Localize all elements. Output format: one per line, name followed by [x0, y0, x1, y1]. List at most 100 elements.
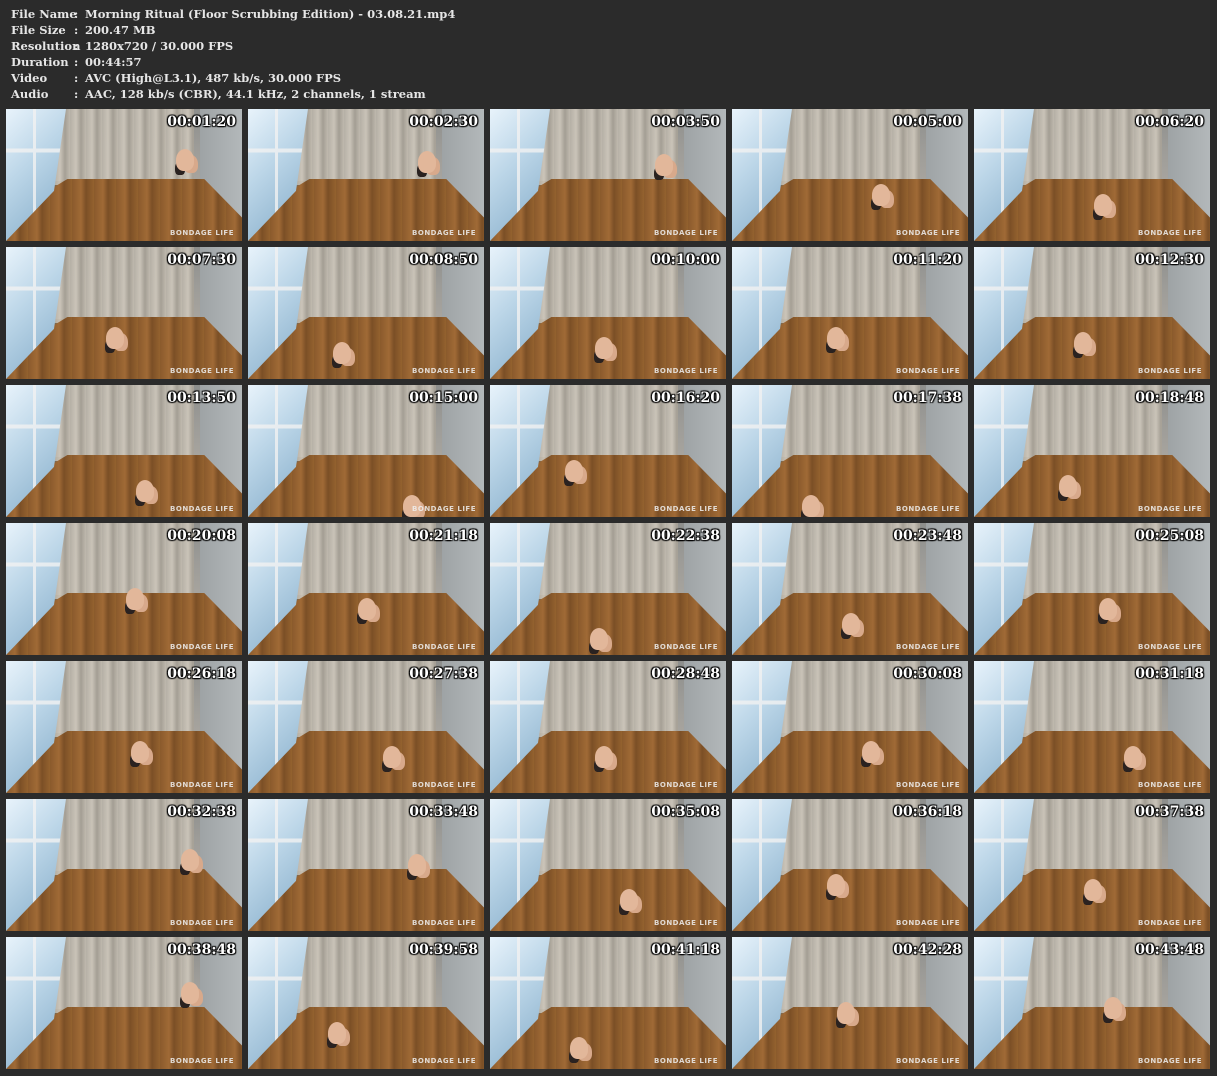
video-thumbnail: BONDAGE LIFE 00:02:30 [248, 109, 484, 241]
watermark-logo: BONDAGE LIFE [1138, 505, 1202, 513]
meta-label: Resolution [11, 39, 81, 53]
meta-label: Duration [11, 55, 69, 69]
thumbnail-timestamp: 00:18:48 [1135, 390, 1204, 406]
watermark-logo: BONDAGE LIFE [412, 367, 476, 375]
video-thumbnail: BONDAGE LIFE 00:10:00 [490, 247, 726, 379]
watermark-logo: BONDAGE LIFE [654, 229, 718, 237]
watermark-logo: BONDAGE LIFE [1138, 367, 1202, 375]
meta-value: AAC, 128 kb/s (CBR), 44.1 kHz, 2 channel… [85, 87, 426, 101]
thumbnail-timestamp: 00:37:38 [1135, 804, 1204, 820]
watermark-logo: BONDAGE LIFE [896, 1057, 960, 1065]
watermark-logo: BONDAGE LIFE [1138, 643, 1202, 651]
watermark-logo: BONDAGE LIFE [170, 781, 234, 789]
watermark-logo: BONDAGE LIFE [412, 1057, 476, 1065]
thumbnail-timestamp: 00:02:30 [409, 114, 478, 130]
thumbnail-timestamp: 00:35:08 [651, 804, 720, 820]
thumbnail-timestamp: 00:32:38 [167, 804, 236, 820]
video-thumbnail: BONDAGE LIFE 00:15:00 [248, 385, 484, 517]
watermark-logo: BONDAGE LIFE [170, 919, 234, 927]
watermark-logo: BONDAGE LIFE [654, 781, 718, 789]
thumbnail-timestamp: 00:26:18 [167, 666, 236, 682]
thumbnail-timestamp: 00:03:50 [651, 114, 720, 130]
thumbnail-timestamp: 00:39:58 [409, 942, 478, 958]
thumbnail-timestamp: 00:06:20 [1135, 114, 1204, 130]
video-thumbnail: BONDAGE LIFE 00:35:08 [490, 799, 726, 931]
thumbnail-timestamp: 00:20:08 [167, 528, 236, 544]
watermark-logo: BONDAGE LIFE [170, 1057, 234, 1065]
watermark-logo: BONDAGE LIFE [170, 505, 234, 513]
thumbnail-timestamp: 00:30:08 [893, 666, 962, 682]
thumbnail-timestamp: 00:42:28 [893, 942, 962, 958]
meta-row: Audio: AAC, 128 kb/s (CBR), 44.1 kHz, 2 c… [11, 86, 1201, 102]
thumbnail-timestamp: 00:41:18 [651, 942, 720, 958]
thumbnail-timestamp: 00:16:20 [651, 390, 720, 406]
video-thumbnail: BONDAGE LIFE 00:17:38 [732, 385, 968, 517]
watermark-logo: BONDAGE LIFE [654, 1057, 718, 1065]
video-thumbnail: BONDAGE LIFE 00:37:38 [974, 799, 1210, 931]
video-thumbnail: BONDAGE LIFE 00:06:20 [974, 109, 1210, 241]
meta-label: File Size [11, 23, 66, 37]
meta-separator: : [74, 87, 79, 101]
meta-row: File Size:200.47 MB [11, 22, 1201, 38]
video-thumbnail: BONDAGE LIFE 00:36:18 [732, 799, 968, 931]
watermark-logo: BONDAGE LIFE [1138, 229, 1202, 237]
video-thumbnail: BONDAGE LIFE 00:23:48 [732, 523, 968, 655]
thumbnail-timestamp: 00:28:48 [651, 666, 720, 682]
watermark-logo: BONDAGE LIFE [412, 781, 476, 789]
thumbnail-grid: BONDAGE LIFE 00:01:20 BONDAGE LIFE 00:02:30… [6, 109, 1212, 1071]
meta-row: File Name: Morning Ritual (Floor Scrubbin… [11, 6, 1201, 22]
watermark-logo: BONDAGE LIFE [412, 229, 476, 237]
watermark-logo: BONDAGE LIFE [896, 367, 960, 375]
meta-separator: : [74, 7, 79, 21]
watermark-logo: BONDAGE LIFE [896, 505, 960, 513]
video-thumbnail: BONDAGE LIFE 00:22:38 [490, 523, 726, 655]
thumbnail-timestamp: 00:12:30 [1135, 252, 1204, 268]
video-thumbnail: BONDAGE LIFE 00:13:50 [6, 385, 242, 517]
video-thumbnail: BONDAGE LIFE 00:16:20 [490, 385, 726, 517]
meta-value: 00:44:57 [85, 55, 142, 69]
meta-row: Resolution:1280x720 / 30.000 FPS [11, 38, 1201, 54]
meta-value: AVC (High@L3.1), 487 kb/s, 30.000 FPS [85, 71, 342, 85]
meta-label: Video [11, 71, 48, 85]
watermark-logo: BONDAGE LIFE [896, 643, 960, 651]
thumbnail-timestamp: 00:11:20 [893, 252, 962, 268]
video-thumbnail: BONDAGE LIFE 00:31:18 [974, 661, 1210, 793]
watermark-logo: BONDAGE LIFE [654, 367, 718, 375]
watermark-logo: BONDAGE LIFE [412, 505, 476, 513]
watermark-logo: BONDAGE LIFE [896, 781, 960, 789]
video-thumbnail: BONDAGE LIFE 00:05:00 [732, 109, 968, 241]
thumbnail-timestamp: 00:31:18 [1135, 666, 1204, 682]
thumbnail-timestamp: 00:13:50 [167, 390, 236, 406]
watermark-logo: BONDAGE LIFE [170, 643, 234, 651]
video-thumbnail: BONDAGE LIFE 00:42:28 [732, 937, 968, 1069]
video-thumbnail: BONDAGE LIFE 00:03:50 [490, 109, 726, 241]
meta-row: Duration:00:44:57 [11, 54, 1201, 70]
video-thumbnail: BONDAGE LIFE 00:28:48 [490, 661, 726, 793]
video-thumbnail: BONDAGE LIFE 00:32:38 [6, 799, 242, 931]
video-thumbnail: BONDAGE LIFE 00:38:48 [6, 937, 242, 1069]
thumbnail-timestamp: 00:07:30 [167, 252, 236, 268]
watermark-logo: BONDAGE LIFE [654, 643, 718, 651]
video-thumbnail: BONDAGE LIFE 00:01:20 [6, 109, 242, 241]
meta-label: Audio [11, 87, 49, 101]
file-info-header: File Name: Morning Ritual (Floor Scrubbin… [11, 6, 1201, 102]
video-thumbnail: BONDAGE LIFE 00:25:08 [974, 523, 1210, 655]
video-thumbnail: BONDAGE LIFE 00:39:58 [248, 937, 484, 1069]
meta-value: 200.47 MB [85, 23, 156, 37]
meta-row: Video: AVC (High@L3.1), 487 kb/s, 30.000 … [11, 70, 1201, 86]
meta-label: File Name [11, 7, 77, 21]
thumbnail-timestamp: 00:10:00 [651, 252, 720, 268]
video-thumbnail: BONDAGE LIFE 00:30:08 [732, 661, 968, 793]
thumbnail-timestamp: 00:25:08 [1135, 528, 1204, 544]
watermark-logo: BONDAGE LIFE [896, 229, 960, 237]
watermark-logo: BONDAGE LIFE [1138, 1057, 1202, 1065]
thumbnail-timestamp: 00:05:00 [893, 114, 962, 130]
thumbnail-timestamp: 00:22:38 [651, 528, 720, 544]
thumbnail-timestamp: 00:17:38 [893, 390, 962, 406]
video-thumbnail: BONDAGE LIFE 00:18:48 [974, 385, 1210, 517]
video-thumbnail: BONDAGE LIFE 00:20:08 [6, 523, 242, 655]
meta-separator: : [74, 39, 79, 53]
thumbnail-timestamp: 00:21:18 [409, 528, 478, 544]
video-thumbnail: BONDAGE LIFE 00:21:18 [248, 523, 484, 655]
thumbnail-timestamp: 00:15:00 [409, 390, 478, 406]
